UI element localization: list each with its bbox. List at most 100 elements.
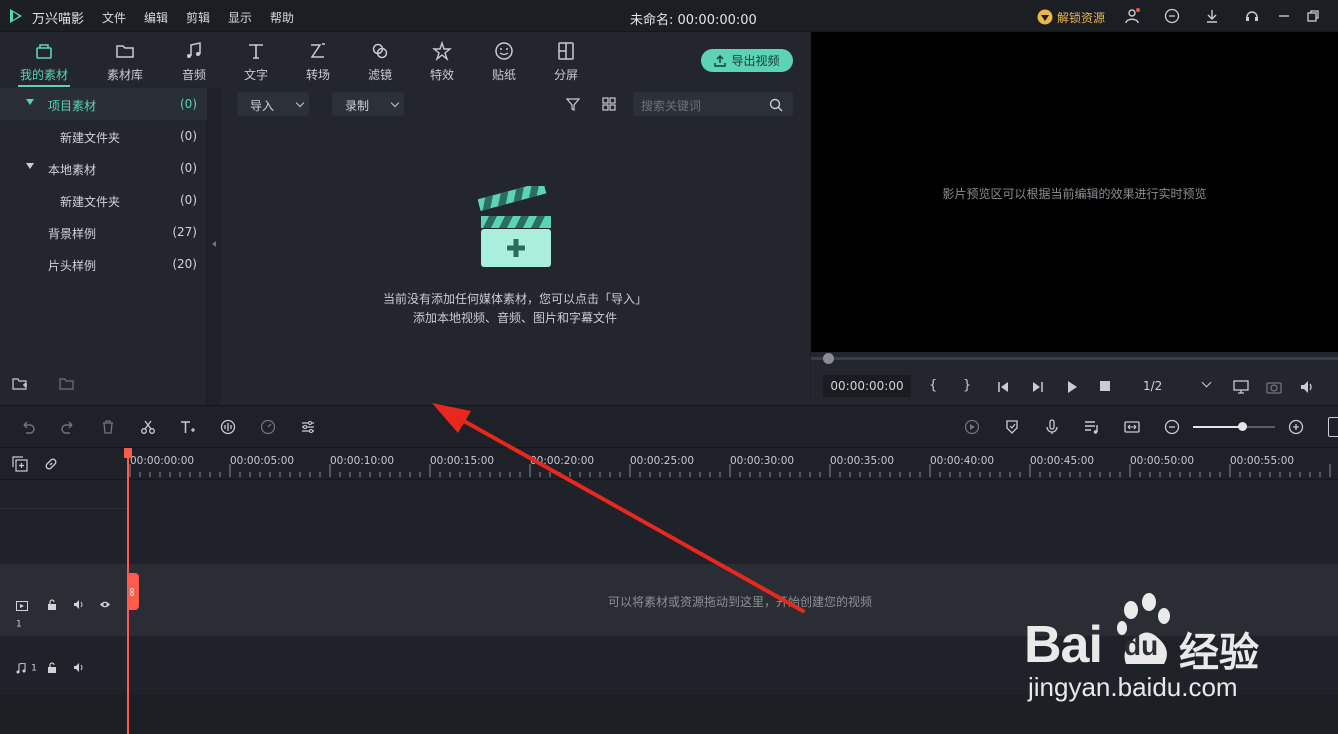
zoom-in-icon[interactable] [1287, 418, 1305, 436]
title-bar: 万兴喵影 文件 编辑 剪辑 显示 帮助 未命名: 00:00:00:00 解锁资… [0, 0, 1338, 32]
search-input[interactable]: 搜索关键词 [633, 92, 793, 116]
menu-clip[interactable]: 剪辑 [186, 9, 210, 26]
playhead-handle[interactable] [124, 448, 132, 458]
menu-help[interactable]: 帮助 [270, 9, 294, 26]
speed-icon[interactable] [259, 418, 277, 436]
tree-item-intro-samples[interactable]: 片头样例 (20) [0, 248, 207, 280]
menu-edit[interactable]: 编辑 [144, 9, 168, 26]
tree-item-new-folder-1[interactable]: 新建文件夹 (0) [0, 120, 207, 152]
new-folder-icon[interactable] [12, 376, 28, 392]
playhead-line[interactable] [127, 451, 129, 734]
scissors-icon[interactable] [139, 418, 157, 436]
mark-out-icon[interactable]: } [963, 378, 971, 393]
progress-track[interactable] [811, 357, 1338, 360]
tree-item-background-samples[interactable]: 背景样例 (27) [0, 216, 207, 248]
mark-in-icon[interactable]: { [929, 378, 937, 393]
volume-icon[interactable] [1299, 379, 1315, 395]
audio-track-label: 1 [16, 658, 38, 674]
tree-item-count: (20) [172, 257, 197, 271]
undo-icon[interactable] [19, 418, 37, 436]
adjust-sliders-icon[interactable] [299, 418, 317, 436]
tab-transition[interactable]: 转场 [288, 38, 348, 83]
tab-label: 音频 [181, 68, 206, 82]
tree-item-label: 背景样例 [48, 227, 97, 241]
chevron-down-icon [390, 98, 400, 108]
microphone-icon[interactable] [1043, 418, 1061, 436]
delete-trash-icon[interactable] [99, 418, 117, 436]
stop-icon[interactable] [1099, 380, 1111, 392]
expand-arrow-icon[interactable] [26, 99, 34, 105]
record-dropdown[interactable]: 录制 [332, 92, 404, 116]
tab-sticker[interactable]: 贴纸 [474, 38, 534, 83]
zoom-slider-knob[interactable] [1238, 422, 1247, 431]
link-icon[interactable] [43, 456, 59, 472]
feedback-icon[interactable] [1164, 8, 1180, 24]
expand-arrow-icon[interactable] [26, 163, 34, 169]
export-video-button[interactable]: 导出视频 [701, 49, 793, 72]
tab-label: 转场 [305, 68, 330, 82]
import-label: 导入 [250, 99, 275, 113]
tab-library[interactable]: 素材库 [95, 38, 155, 83]
fit-timeline-icon[interactable] [1123, 418, 1141, 436]
voiceover-list-icon[interactable] [1083, 418, 1101, 436]
playhead-scissors-handle[interactable] [128, 573, 139, 610]
folder-icon[interactable] [59, 376, 75, 392]
tab-label: 我的素材 [19, 68, 68, 82]
library-icon [95, 38, 155, 64]
lock-icon[interactable] [47, 595, 57, 610]
support-headset-icon[interactable] [1244, 8, 1260, 24]
tree-item-count: (0) [180, 129, 197, 143]
speaker-icon[interactable] [73, 595, 85, 609]
maximize-icon[interactable] [1305, 8, 1321, 24]
ruler-tick-label: 00:00:05:00 [230, 455, 295, 467]
add-text-icon[interactable] [179, 418, 197, 436]
display-monitor-icon[interactable] [1233, 379, 1249, 395]
zoom-slider-fill [1193, 426, 1242, 428]
tab-text[interactable]: 文字 [226, 38, 286, 83]
progress-knob[interactable] [823, 353, 834, 364]
timeline-empty-track[interactable] [0, 481, 1338, 564]
minimize-icon[interactable] [1276, 8, 1292, 24]
import-dropdown[interactable]: 导入 [237, 92, 309, 116]
account-icon[interactable] [1124, 8, 1140, 24]
download-icon[interactable] [1204, 8, 1220, 24]
grid-view-icon[interactable] [602, 96, 616, 111]
marker-shield-icon[interactable] [1003, 418, 1021, 436]
tab-effects[interactable]: 特效 [412, 38, 472, 83]
add-track-icon[interactable] [12, 456, 28, 472]
baidu-jingyan-watermark: Bai du 经验 jingyan.baidu.com [1024, 590, 1338, 702]
search-icon[interactable] [769, 97, 783, 112]
unlock-resources-button[interactable]: 解锁资源 [1037, 8, 1105, 26]
panel-toggle[interactable] [1328, 417, 1338, 437]
menu-view[interactable]: 显示 [228, 9, 252, 26]
speaker-icon[interactable] [73, 658, 85, 672]
audio-waveform-icon[interactable] [219, 418, 237, 436]
tab-filter[interactable]: 滤镜 [350, 38, 410, 83]
tab-my-media[interactable]: 我的素材 [14, 38, 74, 83]
redo-icon[interactable] [59, 418, 77, 436]
tree-item-local-media[interactable]: 本地素材 (0) [0, 152, 207, 184]
app-name: 万兴喵影 [32, 12, 85, 27]
panel-collapse-handle[interactable] [207, 88, 221, 405]
menu-file[interactable]: 文件 [102, 9, 126, 26]
render-preview-icon[interactable] [963, 418, 981, 436]
video-track-hint: 可以将素材或资源拖动到这里，开始创建您的视频 [607, 595, 872, 609]
tree-item-label: 新建文件夹 [60, 195, 121, 209]
tab-label: 分屏 [553, 68, 578, 82]
snapshot-camera-icon[interactable] [1266, 379, 1282, 395]
chevron-down-icon [295, 98, 305, 108]
playback-ratio-select[interactable]: 1/2 [1130, 375, 1220, 397]
lock-icon[interactable] [47, 658, 57, 673]
tree-item-project-media[interactable]: 项目素材 (0) [0, 88, 207, 120]
tab-label: 滤镜 [367, 68, 392, 82]
next-frame-icon[interactable] [1031, 380, 1045, 394]
eye-icon[interactable] [99, 595, 111, 608]
zoom-out-icon[interactable] [1163, 418, 1181, 436]
play-icon[interactable] [1065, 380, 1079, 394]
tab-audio[interactable]: 音频 [164, 38, 224, 83]
tab-split-screen[interactable]: 分屏 [536, 38, 596, 83]
collapse-arrow-icon[interactable] [212, 241, 216, 247]
tree-item-new-folder-2[interactable]: 新建文件夹 (0) [0, 184, 207, 216]
filter-funnel-icon[interactable] [565, 96, 581, 111]
previous-frame-icon[interactable] [996, 380, 1010, 394]
